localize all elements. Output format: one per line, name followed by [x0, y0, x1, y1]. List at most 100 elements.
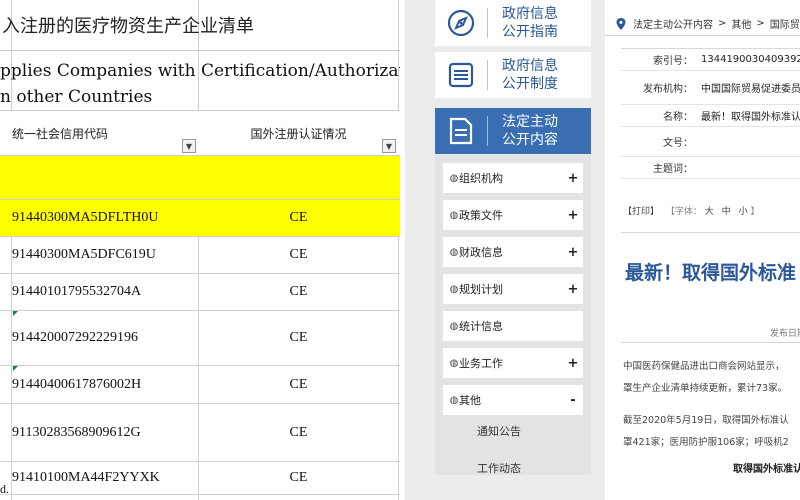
print-link[interactable]: 【打印】 — [623, 207, 659, 217]
bullet-icon: ◍ — [449, 394, 459, 406]
font-size-large[interactable]: 大 — [705, 207, 714, 217]
truncated-text: d. — [0, 482, 9, 496]
nav-system-button[interactable]: 政府信息公开制度 — [435, 52, 591, 98]
breadcrumb-separator: > — [756, 18, 765, 29]
font-size-medium[interactable]: 中 — [722, 207, 731, 217]
filter-dropdown-icon[interactable]: ▼ — [382, 139, 396, 153]
sidebar: 政府信息公开指南 政府信息公开制度 法定主动公开内容 ◍ 组织机构 + ◍ 政策… — [435, 0, 591, 500]
divider — [621, 232, 800, 233]
sheet-subtitle-line2: n other Countries — [0, 87, 153, 107]
code-cell[interactable]: 91410100MA44F2YYXK — [12, 462, 198, 494]
table-row[interactable]: 91410100MA44F2YYXK CE — [0, 462, 400, 495]
code-cell[interactable]: 91440300MA5DFLTH0U — [12, 200, 198, 236]
cert-cell[interactable]: CE — [199, 366, 398, 403]
header-cert: 国外注册认证情况 — [250, 126, 347, 141]
nav-guide-button[interactable]: 政府信息公开指南 — [435, 0, 591, 46]
code-cell[interactable]: 91440101795532704A — [12, 274, 198, 310]
collapse-icon[interactable]: - — [563, 393, 583, 408]
nav-guide-label: 政府信息公开指南 — [502, 6, 558, 40]
cert-cell[interactable]: CE — [199, 237, 398, 273]
code-cell[interactable]: 914420007292229196 — [12, 311, 198, 365]
divider — [621, 342, 800, 343]
publish-date: 发布日期 — [770, 329, 800, 339]
meta-key: 名称： — [663, 112, 693, 123]
breadcrumb-separator: > — [718, 18, 727, 29]
sidebar-item-label: 组织机构 — [459, 172, 503, 185]
article-subheading: 取得国外标准认 — [733, 464, 800, 475]
table-row[interactable]: 914420007292229196 CE — [0, 311, 400, 366]
cert-cell[interactable]: CE — [199, 274, 398, 310]
font-size-close: 】 — [750, 207, 760, 217]
meta-row: 文号： — [621, 127, 800, 157]
meta-value: 13441900304093924 — [701, 54, 800, 65]
table-row[interactable]: 91440101795532704A CE — [0, 274, 400, 311]
meta-value: 最新！取得国外标准认 — [701, 112, 800, 123]
expand-icon[interactable]: + — [563, 282, 583, 297]
meta-row: 发布机构： 中国国际贸易促进委员 — [621, 71, 800, 105]
code-cell[interactable]: 91130283568909612G — [12, 404, 198, 461]
cert-cell[interactable]: CE — [199, 404, 398, 461]
expand-icon[interactable]: + — [563, 356, 583, 371]
article-paragraph: 截至2020年5月19日，取得国外标准认 — [623, 415, 789, 426]
article-paragraph: 中国医药保健品进出口商会网站显示， — [623, 361, 785, 372]
sidebar-item-organization[interactable]: ◍ 组织机构 + — [443, 163, 583, 193]
article-title: 最新！取得国外标准 — [625, 262, 797, 284]
file-text-icon — [435, 108, 487, 154]
sidebar-item-label: 其他 — [459, 394, 481, 407]
breadcrumb: 法定主动公开内容 > 其他 > 国际贸 — [605, 12, 800, 36]
sidebar-item-label: 财政信息 — [459, 246, 503, 259]
cert-cell[interactable]: CE — [199, 200, 398, 236]
table-header-row: 统一社会信用代码 ▼ 国外注册认证情况 ▼ — [0, 110, 400, 156]
meta-row: 主题词： — [621, 157, 800, 179]
cert-cell[interactable]: CE — [199, 311, 398, 365]
sidebar-item-label: 统计信息 — [459, 320, 503, 333]
sheet-title: 入注册的医疗物资生产企业清单 — [2, 16, 254, 37]
code-cell[interactable]: 91440400617876002H — [12, 366, 198, 403]
meta-key: 发布机构： — [643, 84, 693, 95]
nav-content-button[interactable]: 法定主动公开内容 — [435, 108, 591, 154]
bullet-icon: ◍ — [449, 357, 459, 369]
document-list-icon — [435, 52, 487, 98]
table-row[interactable]: 91440400617876002H CE — [0, 366, 400, 404]
article-paragraph: 罩421家；医用防护服106家；呼吸机2 — [623, 437, 789, 448]
article-content: 法定主动公开内容 > 其他 > 国际贸 索引号： 1344190030409392… — [605, 0, 800, 500]
header-code: 统一社会信用代码 — [12, 126, 109, 141]
meta-key: 文号： — [663, 138, 693, 149]
breadcrumb-item[interactable]: 法定主动公开内容 — [633, 16, 713, 31]
nav-system-label: 政府信息公开制度 — [502, 58, 558, 92]
sidebar-item-policy[interactable]: ◍ 政策文件 + — [443, 200, 583, 230]
sidebar-child-news[interactable]: 工作动态 — [443, 455, 583, 481]
meta-row: 名称： 最新！取得国外标准认 — [621, 105, 800, 127]
meta-key: 主题词： — [653, 164, 693, 175]
sidebar-item-other[interactable]: ◍ 其他 - — [443, 385, 583, 415]
sidebar-item-business[interactable]: ◍ 业务工作 + — [443, 348, 583, 378]
sheet-subtitle: pplies Companies with Certification/Auth… — [0, 58, 400, 110]
expand-icon[interactable]: + — [563, 171, 583, 186]
filter-dropdown-icon[interactable]: ▼ — [182, 139, 196, 153]
location-pin-icon — [616, 17, 626, 30]
sidebar-item-planning[interactable]: ◍ 规划计划 + — [443, 274, 583, 304]
table-row[interactable]: 91130283568909612G CE — [0, 404, 400, 462]
sidebar-item-label: 政策文件 — [459, 209, 503, 222]
breadcrumb-item[interactable]: 其他 — [731, 16, 751, 31]
breadcrumb-item[interactable]: 国际贸 — [770, 16, 800, 31]
expand-icon[interactable]: + — [563, 208, 583, 223]
sidebar-child-notice[interactable]: 通知公告 — [443, 418, 583, 444]
sidebar-item-label: 业务工作 — [459, 357, 503, 370]
sidebar-item-finance[interactable]: ◍ 财政信息 + — [443, 237, 583, 267]
font-size-label: 【字体： — [665, 207, 702, 217]
cert-cell[interactable]: CE — [199, 462, 398, 494]
expand-icon[interactable]: + — [563, 245, 583, 260]
bullet-icon: ◍ — [449, 172, 459, 184]
table-row[interactable]: 91440300MA5DFLTH0U CE — [0, 200, 400, 237]
meta-value: 中国国际贸易促进委员 — [701, 84, 800, 95]
highlighted-empty-row[interactable] — [0, 156, 400, 200]
table-row[interactable]: 91440300MA5DFC619U CE — [0, 237, 400, 274]
sidebar-item-statistics[interactable]: ◍ 统计信息 — [443, 311, 583, 341]
meta-row: 索引号： 13441900304093924 — [621, 49, 800, 71]
font-size-small[interactable]: 小 — [739, 207, 748, 217]
code-cell[interactable]: 91440300MA5DFC619U — [12, 237, 198, 273]
bullet-icon: ◍ — [449, 209, 459, 221]
nav-content-label: 法定主动公开内容 — [502, 114, 558, 148]
article-paragraph: 罩生产企业清单持续更新，累计73家。 — [623, 383, 788, 394]
